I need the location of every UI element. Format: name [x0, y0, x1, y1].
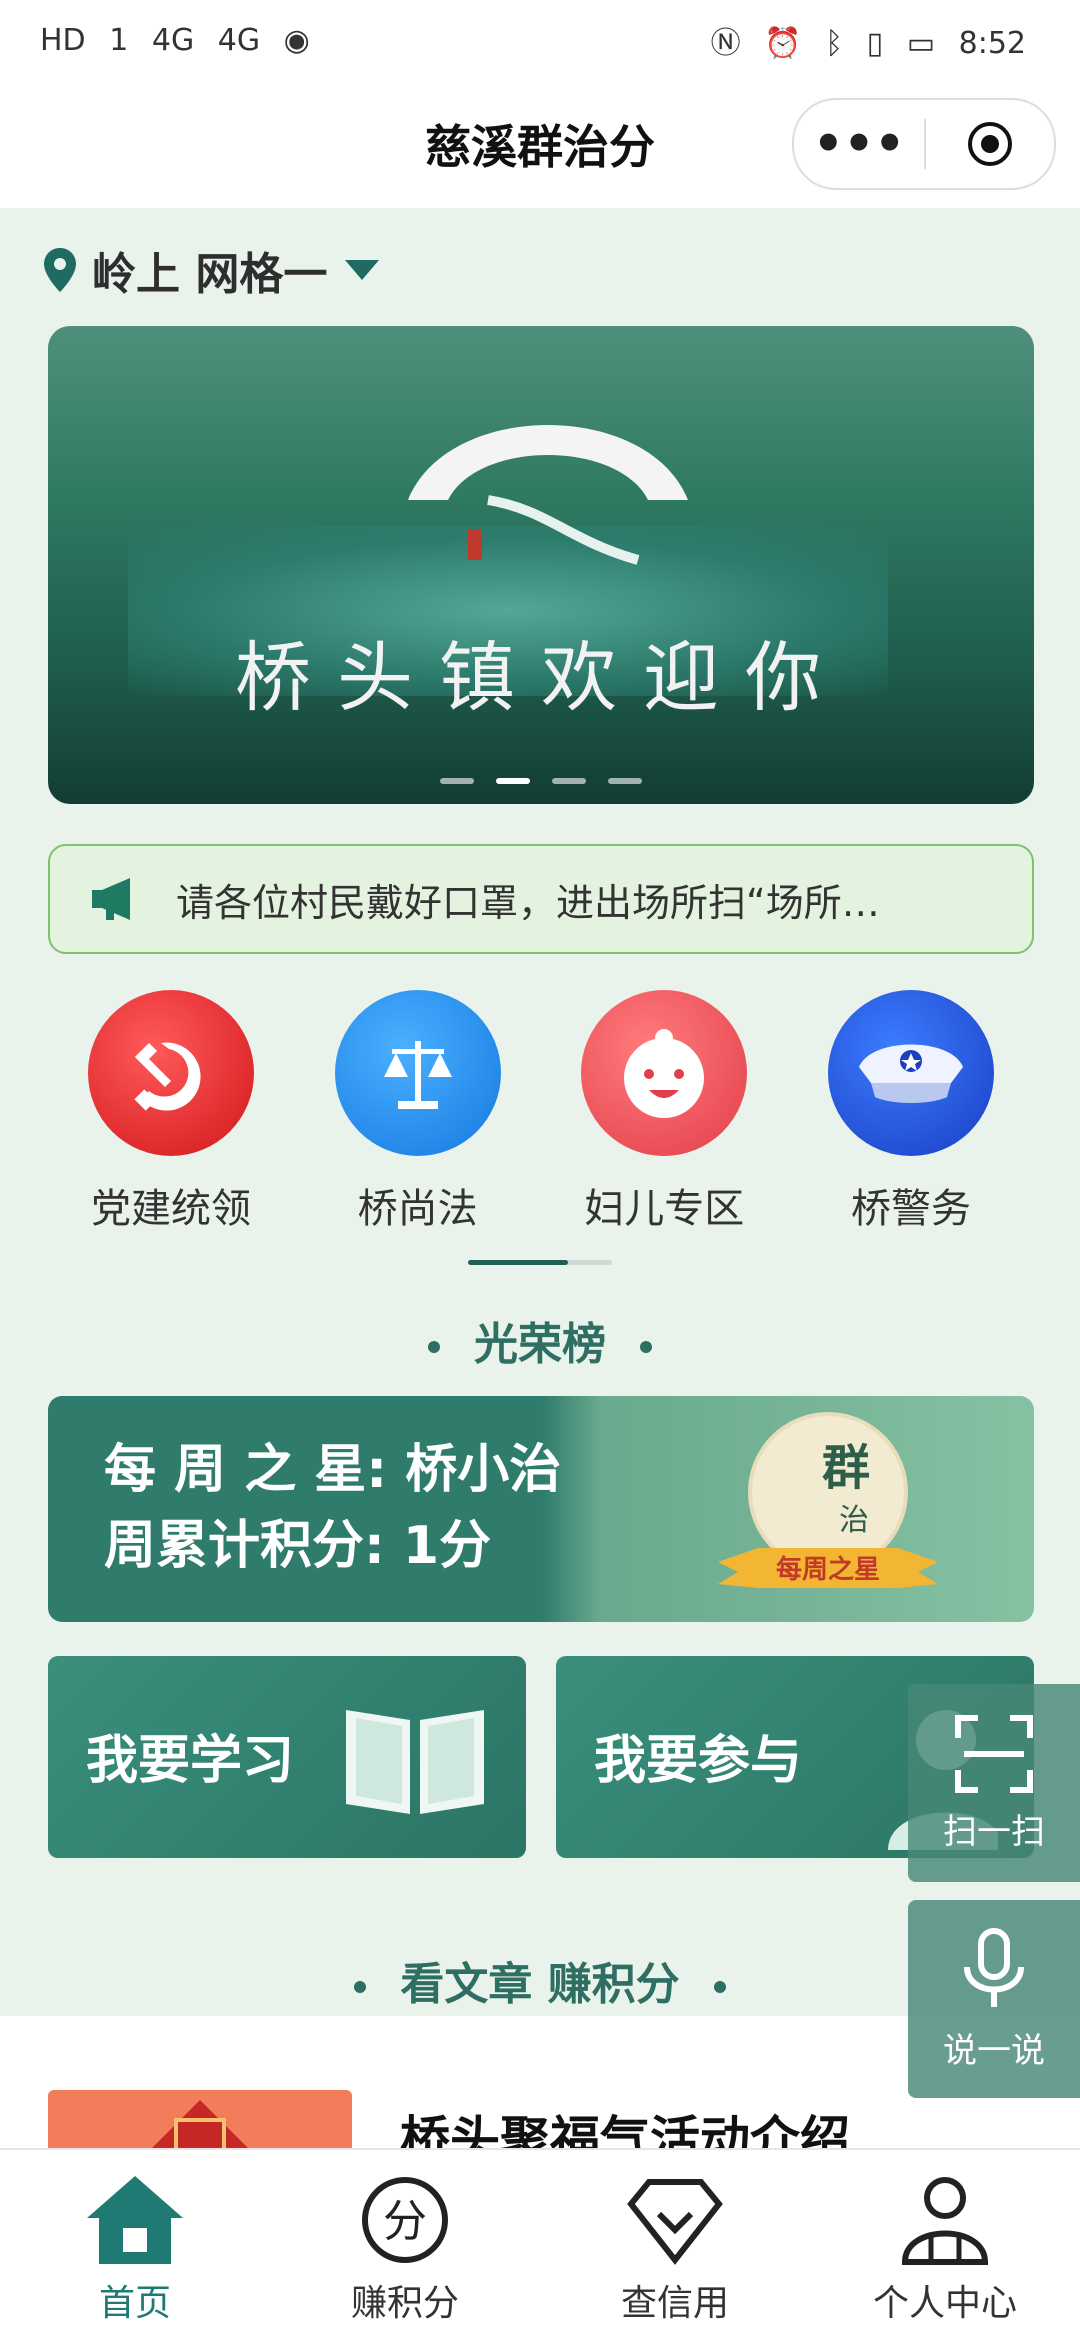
weekly-star-name: 每 周 之 星: 桥小治 [104, 1440, 562, 1500]
page-title: 慈溪群治分 [425, 120, 655, 174]
scan-button[interactable]: 扫一扫 [908, 1684, 1080, 1882]
close-button[interactable] [926, 120, 1054, 168]
honor-section-title: 光荣榜 [0, 1308, 1080, 1372]
mini-program-capsule: ••• [792, 98, 1056, 190]
location-pin-icon [44, 248, 76, 292]
tab-home[interactable]: 首页 [10, 2150, 260, 2342]
svg-text:治: 治 [839, 1503, 869, 1538]
status-right: Ⓝ ⏰ ᛒ ▯ ▭ 8:52 [711, 18, 1040, 62]
entry-women-children[interactable]: 妇儿专区 [541, 990, 787, 1234]
articles-section-text: 看文章 赚积分 [400, 1959, 680, 2010]
signal-4g-2: 4G [217, 22, 261, 58]
banner-text: 桥头镇欢迎你 [235, 633, 847, 722]
status-left: HD 1 4G 4G ◉ [40, 23, 324, 58]
action-cards: 我要学习 我要参与 [48, 1656, 1034, 1858]
notice-bar[interactable]: 请各位村民戴好口罩，进出场所扫“场所… [48, 844, 1034, 954]
tab-profile[interactable]: 个人中心 [820, 2150, 1070, 2342]
title-bullet-left [428, 1341, 440, 1353]
grid-scroll-thumb [468, 1260, 568, 1265]
points-icon: 分 [362, 2177, 448, 2263]
baby-face-icon [581, 990, 748, 1156]
title-bullet-right [713, 1981, 726, 1993]
participate-card-label: 我要参与 [594, 1731, 803, 1791]
learn-card-label: 我要学习 [86, 1731, 295, 1791]
tab-earn-points-label: 赚积分 [350, 2283, 459, 2324]
tab-credit-label: 查信用 [620, 2283, 729, 2324]
carousel-dot[interactable] [552, 778, 586, 784]
tab-earn-points[interactable]: 分 赚积分 [280, 2150, 530, 2342]
credit-icon [627, 2179, 723, 2265]
scan-label: 扫一扫 [943, 1811, 1045, 1852]
party-hammer-sickle-icon [88, 990, 254, 1156]
tab-credit[interactable]: 查信用 [550, 2150, 800, 2342]
weekly-star-text: 每 周 之 星: 桥小治 周累计积分: 1分 [104, 1432, 561, 1584]
carousel-dot[interactable] [440, 778, 474, 784]
bridge-logo-icon [408, 425, 688, 565]
person-icon [901, 2177, 989, 2265]
scan-icon [955, 1714, 1033, 1793]
svg-text:群: 群 [822, 1440, 870, 1496]
nav-bar: 慈溪群治分 ••• [0, 80, 1080, 208]
weekly-star-card[interactable]: 每 周 之 星: 桥小治 周累计积分: 1分 群 治 每周之星 [48, 1396, 1034, 1622]
hd-indicator: HD [40, 22, 86, 58]
clock: 8:52 [958, 26, 1026, 61]
microphone-icon [964, 1927, 1024, 2007]
more-button[interactable]: ••• [794, 100, 924, 188]
learn-card[interactable]: 我要学习 [48, 1656, 526, 1858]
weekly-star-points: 周累计积分: 1分 [104, 1516, 492, 1576]
target-close-icon [968, 122, 1012, 166]
entry-police-label: 桥警务 [850, 1186, 971, 1232]
scales-icon [334, 990, 501, 1156]
title-bullet-right [640, 1341, 652, 1353]
carousel-dot[interactable] [608, 778, 642, 784]
grid-scroll-indicator [468, 1260, 612, 1265]
banner-carousel[interactable]: 桥头镇欢迎你 [48, 326, 1034, 804]
tab-home-label: 首页 [98, 2283, 171, 2324]
location-selector[interactable]: 岭上 网格一 [42, 238, 381, 302]
notice-text: 请各位村民戴好口罩，进出场所扫“场所… [176, 880, 880, 925]
tab-bar: 首页 分 赚积分 查信用 个人中心 [0, 2148, 1080, 2342]
caret-down-icon [345, 260, 380, 280]
title-bullet-left [354, 1981, 367, 1993]
bluetooth-icon: ᛒ [825, 26, 844, 61]
nfc-icon: Ⓝ [710, 26, 741, 61]
battery-icon: ▭ [906, 26, 936, 61]
sim-indicator: 1 [109, 22, 129, 58]
carousel-dots [48, 778, 1034, 784]
home-icon [87, 2176, 183, 2264]
vibrate-icon: ▯ [866, 26, 884, 61]
honor-section-text: 光荣榜 [474, 1319, 606, 1370]
location-label: 岭上 网格一 [92, 249, 328, 300]
entry-women-children-label: 妇儿专区 [584, 1186, 745, 1232]
open-book-icon [346, 1710, 484, 1814]
voice-button[interactable]: 说一说 [908, 1900, 1080, 2098]
voice-label: 说一说 [943, 2030, 1045, 2071]
weekly-star-badge: 群 治 每周之星 [718, 1412, 938, 1588]
svg-text:分: 分 [383, 2196, 427, 2247]
tab-profile-label: 个人中心 [872, 2283, 1017, 2324]
signal-4g-1: 4G [151, 22, 195, 58]
police-cap-icon [827, 990, 994, 1156]
carousel-dot-active[interactable] [496, 778, 530, 784]
entry-law[interactable]: 桥尚法 [295, 990, 541, 1234]
entry-law-label: 桥尚法 [357, 1186, 478, 1232]
svg-text:每周之星: 每周之星 [776, 1554, 880, 1585]
status-bar: HD 1 4G 4G ◉ Ⓝ ⏰ ᛒ ▯ ▭ 8:52 [0, 0, 1080, 80]
entry-party-label: 党建统领 [91, 1186, 251, 1232]
alarm-icon: ⏰ [764, 26, 802, 61]
entry-party[interactable]: 党建统领 [48, 990, 294, 1234]
wifi-icon: ◉ [283, 22, 310, 58]
megaphone-icon [92, 878, 130, 920]
quick-entry-grid: 党建统领 桥尚法 妇儿专区 桥警务 [48, 990, 1034, 1234]
entry-police[interactable]: 桥警务 [788, 990, 1034, 1234]
